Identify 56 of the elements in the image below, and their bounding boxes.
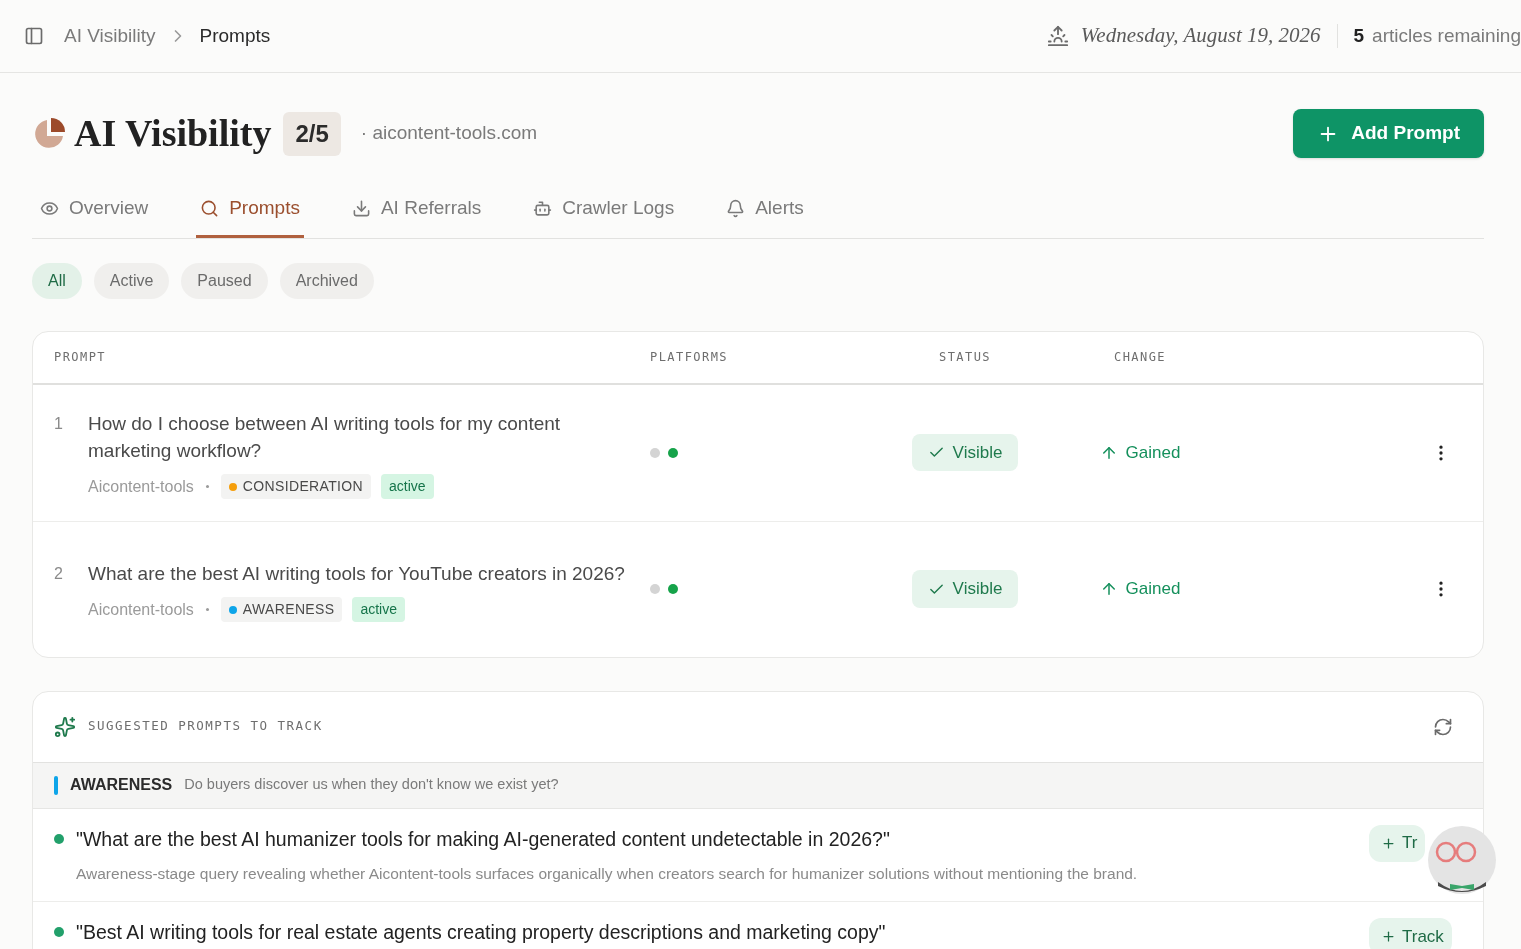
date-label: Wednesday, August 19, 2026: [1080, 22, 1321, 50]
articles-count: 5: [1353, 23, 1365, 48]
count-badge: 2/5: [283, 111, 341, 156]
tab[interactable]: Overview: [36, 190, 153, 238]
domain-label: · aicontent-tools.com: [360, 121, 538, 146]
tab[interactable]: Prompts: [196, 190, 304, 238]
suggestion-prompt: "What are the best AI humanizer tools for making AI-generated content undetectable in 2026?": [76, 826, 891, 852]
track-button[interactable]: Tr: [1369, 824, 1426, 862]
tab[interactable]: AI Referrals: [347, 190, 486, 238]
pie-chart-icon: [32, 116, 66, 151]
column-header: CHANGE: [1113, 349, 1167, 366]
filter-chip[interactable]: Paused: [181, 262, 268, 299]
group-name: AWARENESS: [70, 775, 173, 795]
column-header: PLATFORMS: [649, 349, 729, 366]
status-tag: active: [352, 597, 405, 622]
sparkles-icon: [54, 715, 76, 738]
tab[interactable]: Crawler Logs: [529, 190, 679, 238]
status-tag: active: [381, 474, 434, 499]
suggestion-prompt: "Best AI writing tools for real estate agents creating property descriptions and marketing copy": [76, 920, 887, 945]
row-number: 2: [54, 564, 64, 584]
prompt-text: How do I choose between AI writing tools for my content marketing workflow?: [88, 412, 562, 463]
suggestion-description: Awareness-stage query revealing whether Aicontent-tools surfaces organically when creators search for humanizer solutions without mentioning the brand.: [76, 863, 1139, 884]
brand-label: Aicontent-tools: [88, 476, 194, 497]
track-button[interactable]: Track: [1369, 918, 1452, 949]
prompt-text: What are the best AI writing tools for YouTube creators in 2026?: [88, 562, 626, 586]
sidebar-toggle-icon[interactable]: [24, 26, 44, 46]
tab[interactable]: Alerts: [722, 190, 808, 238]
articles-label: articles remaining: [1372, 23, 1521, 48]
group-question: Do buyers discover us when they don't know we exist yet?: [184, 775, 559, 795]
column-header: STATUS: [938, 349, 992, 366]
breadcrumb-link[interactable]: AI Visibility: [64, 21, 156, 51]
page-title: AI Visibility: [74, 111, 272, 156]
brand-label: Aicontent-tools: [88, 599, 194, 620]
bell-icon: [726, 198, 746, 218]
plus-icon: [1381, 835, 1396, 851]
stage-tag: CONSIDERATION: [220, 474, 372, 499]
change-label: Gained: [1099, 439, 1181, 466]
sunrise-icon: [1046, 25, 1069, 47]
add-prompt-button[interactable]: Add Prompt: [1293, 109, 1484, 158]
section-title: SUGGESTED PROMPTS TO TRACK: [88, 717, 323, 736]
change-label: Gained: [1099, 576, 1181, 602]
status-badge: Visible: [911, 570, 1019, 608]
plus-icon: [1381, 929, 1396, 944]
status-badge: Visible: [911, 433, 1019, 472]
column-header: PROMPT: [53, 349, 107, 366]
download-icon: [351, 198, 371, 218]
filter-chip[interactable]: All: [32, 262, 82, 299]
row-number: 1: [54, 414, 64, 434]
stage-tag: AWARENESS: [220, 597, 343, 622]
filter-chip[interactable]: Archived: [279, 262, 374, 299]
breadcrumb-current: Prompts: [199, 23, 271, 48]
refresh-icon[interactable]: [1433, 716, 1453, 737]
filter-chip[interactable]: Active: [93, 262, 170, 299]
search-icon: [200, 198, 220, 218]
mascot-drawing[interactable]: [1426, 824, 1498, 896]
robot-icon: [533, 198, 553, 218]
